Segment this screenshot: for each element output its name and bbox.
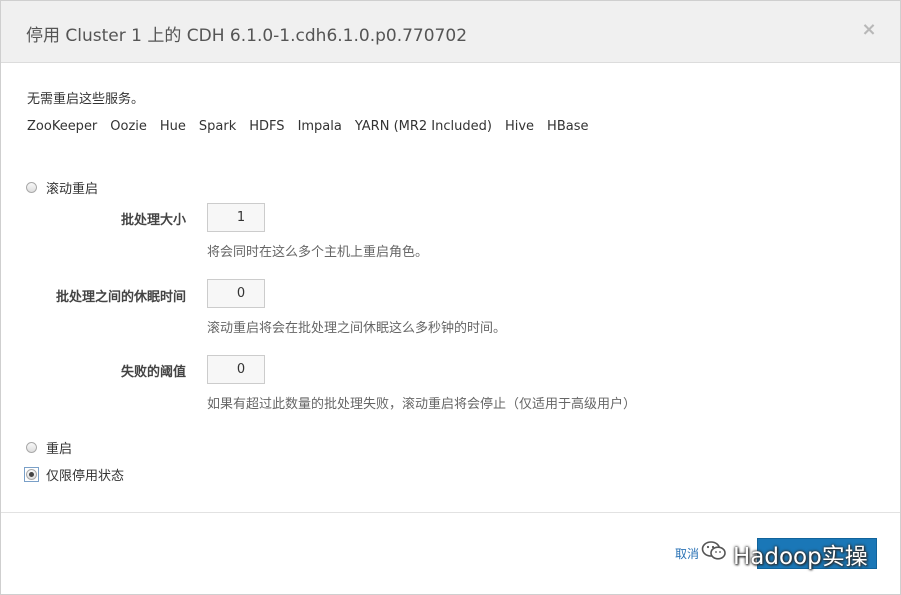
- dialog-header: 停用 Cluster 1 上的 CDH 6.1.0-1.cdh6.1.0.p0.…: [1, 1, 900, 63]
- rolling-restart-radio[interactable]: [26, 182, 37, 193]
- deactivate-dialog: 停用 Cluster 1 上的 CDH 6.1.0-1.cdh6.1.0.p0.…: [0, 0, 901, 595]
- restart-option[interactable]: 重启: [26, 438, 72, 457]
- service-item: HDFS: [249, 119, 285, 134]
- threshold-help: 如果有超过此数量的批处理失败，滚动重启将会停止（仅适用于高级用户）: [207, 397, 637, 412]
- close-icon[interactable]: ×: [860, 21, 878, 39]
- batch-size-label: 批处理大小: [120, 213, 186, 228]
- sleep-label: 批处理之间的休眠时间: [55, 290, 186, 305]
- footer-divider: [1, 512, 900, 513]
- rolling-restart-option[interactable]: 滚动重启: [26, 178, 98, 197]
- restart-radio[interactable]: [26, 442, 37, 453]
- watermark: Hadoop实操: [701, 536, 868, 572]
- batch-size-help: 将会同时在这么多个主机上重启角色。: [207, 245, 429, 260]
- deactivate-only-option[interactable]: 仅限停用状态: [24, 465, 125, 484]
- service-item: YARN (MR2 Included): [354, 119, 492, 134]
- service-item: Spark: [198, 119, 237, 134]
- service-item: Hue: [159, 119, 186, 134]
- wechat-icon: [701, 540, 727, 568]
- no-restart-text: 无需重启这些服务。: [27, 92, 145, 107]
- sleep-help: 滚动重启将会在批处理之间休眠这么多秒钟的时间。: [207, 321, 507, 336]
- service-item: HBase: [547, 119, 589, 134]
- batch-size-input[interactable]: [207, 203, 265, 232]
- restart-label: 重启: [46, 442, 73, 457]
- dialog-title: 停用 Cluster 1 上的 CDH 6.1.0-1.cdh6.1.0.p0.…: [26, 26, 468, 46]
- deactivate-only-label: 仅限停用状态: [46, 469, 125, 484]
- threshold-label: 失败的阈值: [120, 365, 186, 380]
- service-list: ZooKeeper Oozie Hue Spark HDFS Impala YA…: [27, 119, 601, 137]
- sleep-input[interactable]: [207, 279, 265, 308]
- service-item: Hive: [504, 119, 535, 134]
- watermark-text: Hadoop实操: [733, 544, 868, 570]
- cancel-button[interactable]: 取消: [675, 545, 699, 562]
- threshold-input[interactable]: [207, 355, 265, 384]
- deactivate-only-radio-wrap[interactable]: [24, 467, 39, 482]
- deactivate-only-radio[interactable]: [26, 469, 37, 480]
- service-item: Oozie: [110, 119, 147, 134]
- service-item: Impala: [297, 119, 342, 134]
- rolling-restart-label: 滚动重启: [46, 182, 99, 197]
- service-item: ZooKeeper: [27, 119, 98, 134]
